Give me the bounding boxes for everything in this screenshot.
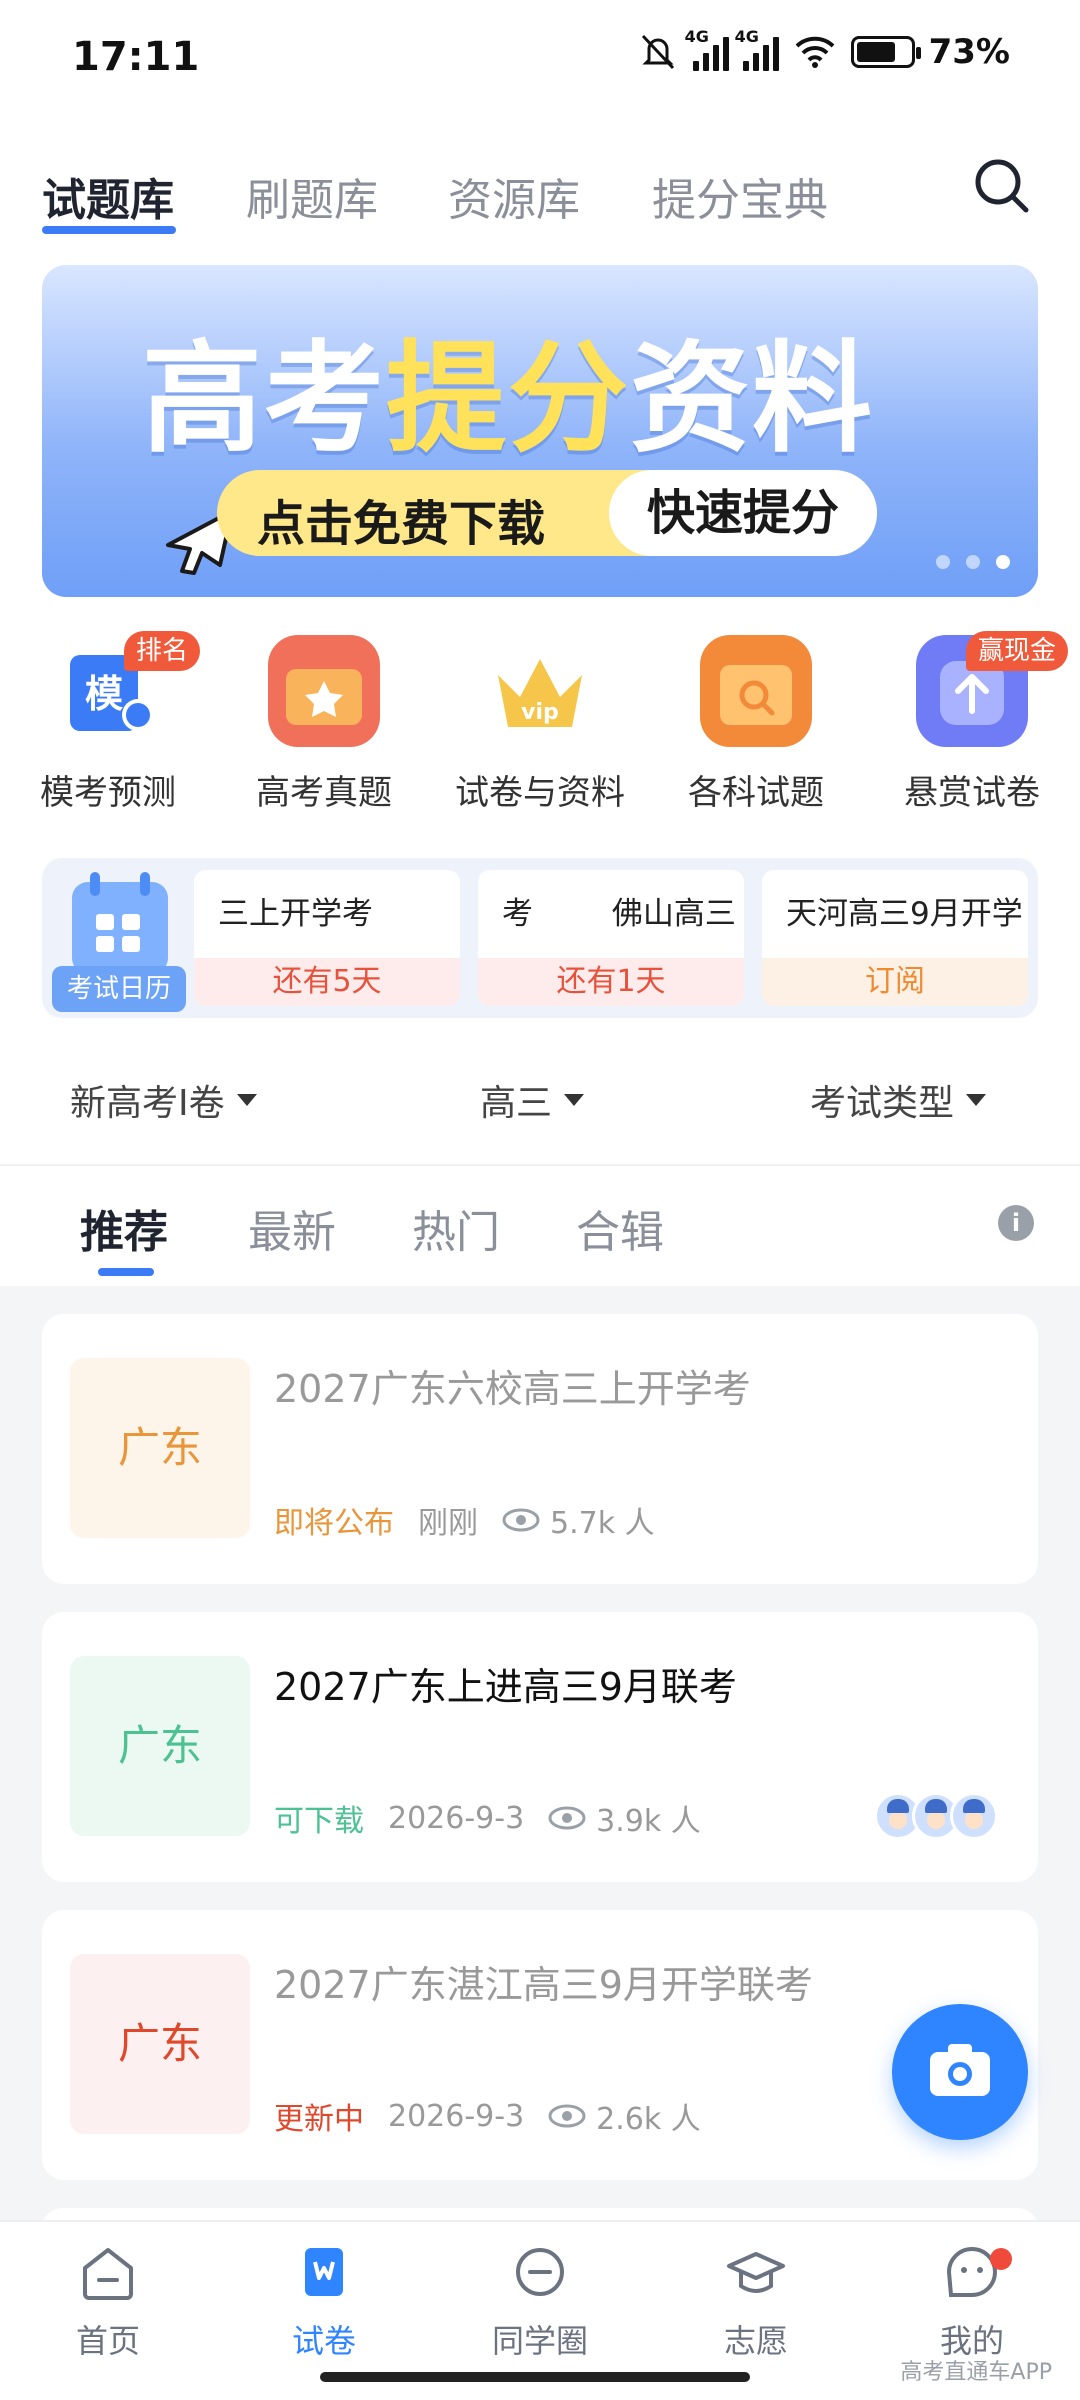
user-avatars	[874, 1792, 998, 1840]
mute-bell-icon	[641, 34, 674, 70]
nav-home[interactable]: 首页	[28, 2242, 188, 2362]
star-folder-icon	[268, 635, 380, 747]
banner-cta: 点击免费下载 快速提分	[217, 470, 877, 556]
svg-text:模: 模	[85, 672, 123, 716]
watermark: 高考直通车APP	[900, 2360, 1052, 2385]
tab-recommended[interactable]: 推荐	[80, 1196, 168, 1260]
mock-exam-icon: 模 排名	[52, 631, 200, 747]
cell-signal-1-icon: 4G	[685, 27, 729, 71]
status-time: 17:11	[72, 34, 200, 80]
filter-bar: 新高考Ⅰ卷 高三 考试类型	[0, 1060, 1080, 1140]
region-thumb: 广东	[70, 1954, 250, 2134]
banner-cta-score: 快速提分	[609, 470, 877, 556]
paper-meta: 即将公布 刚刚 5.7k 人	[274, 1498, 655, 1542]
graduation-cap-icon	[727, 2252, 785, 2293]
calendar-card[interactable]: 天河高三9月开学 订阅	[762, 870, 1028, 1006]
filter-grade[interactable]: 高三	[480, 1074, 585, 1126]
tab-latest[interactable]: 最新	[248, 1196, 336, 1260]
eye-icon	[502, 1508, 540, 1532]
banner-title: 高考提分资料	[142, 330, 874, 469]
vip-crown-icon: vip	[484, 635, 596, 747]
quick-bounty-papers[interactable]: 赢现金 悬赏试卷	[872, 631, 1072, 814]
eye-icon	[548, 1806, 586, 1830]
calendar-card[interactable]: 三上开学考 还有5天	[194, 870, 460, 1006]
exam-calendar: 考试日历 三上开学考 还有5天 考 佛山高三 还有1天 天河高三9月开学 订阅	[42, 858, 1038, 1018]
camera-button[interactable]	[892, 2004, 1028, 2140]
upload-arrow-icon: 赢现金	[916, 631, 1068, 747]
quick-entry-grid: 模 排名 模考预测 高考真题 vip 试卷与资料 各科试题 赢现金 悬赏试卷	[0, 631, 1080, 820]
camera-icon	[930, 2044, 990, 2096]
list-item[interactable]: 广东 2027广东上进高三9月联考 可下载 2026-9-3 3.9k 人	[42, 1612, 1038, 1882]
quick-subject-questions[interactable]: 各科试题	[656, 635, 856, 814]
papers-icon	[305, 2248, 343, 2296]
active-tab-indicator	[42, 226, 176, 234]
badge-win-cash: 赢现金	[965, 631, 1068, 671]
paper-date: 2026-9-3	[388, 1800, 525, 1836]
filter-exam-paper[interactable]: 新高考Ⅰ卷	[70, 1074, 257, 1126]
tab-resource-bank[interactable]: 资源库	[448, 164, 580, 228]
battery-icon	[850, 36, 921, 68]
quick-mock-exam[interactable]: 模 排名 模考预测	[8, 631, 208, 814]
view-count: 2.6k 人	[596, 2102, 701, 2137]
nav-papers[interactable]: 试卷	[244, 2242, 404, 2362]
paper-title: 2027广东六校高三上开学考	[274, 1367, 751, 1411]
list-item[interactable]: 广东 2027广东六校高三上开学考 即将公布 刚刚 5.7k 人	[42, 1314, 1038, 1584]
tab-hot[interactable]: 热门	[412, 1196, 500, 1260]
calendar-card[interactable]: 考 佛山高三 还有1天	[478, 870, 744, 1006]
paper-date: 刚刚	[418, 1506, 478, 1541]
paper-meta: 更新中 2026-9-3 2.6k 人	[274, 2094, 701, 2138]
badge-ranking: 排名	[123, 631, 200, 671]
nav-classmates[interactable]: 同学圈	[460, 2242, 620, 2362]
battery-percent: 73%	[928, 32, 1010, 72]
paper-meta: 可下载 2026-9-3 3.9k 人	[274, 1796, 701, 1840]
tab-score-guide[interactable]: 提分宝典	[652, 164, 828, 228]
quick-real-exams[interactable]: 高考真题	[224, 635, 424, 814]
eye-icon	[548, 2104, 586, 2128]
dropdown-arrow-icon	[236, 1094, 257, 1106]
region-thumb: 广东	[70, 1358, 250, 1538]
notification-dot	[990, 2248, 1012, 2270]
home-indicator[interactable]	[320, 2372, 750, 2382]
calendar-label[interactable]: 考试日历	[52, 966, 186, 1012]
tab-collections[interactable]: 合辑	[576, 1196, 664, 1260]
carousel-dots	[936, 555, 1010, 569]
status-bar: 17:11 4G 4G 73%	[0, 0, 1080, 110]
view-count: 5.7k 人	[550, 1506, 655, 1541]
wifi-icon	[795, 36, 834, 68]
region-thumb: 广东	[70, 1656, 250, 1836]
svg-text:vip: vip	[521, 700, 559, 725]
paper-title: 2027广东湛江高三9月开学联考	[274, 1963, 813, 2007]
nav-volunteer[interactable]: 志愿	[676, 2242, 836, 2362]
paper-date: 2026-9-3	[388, 2098, 525, 2134]
status-badge: 即将公布	[274, 1506, 394, 1541]
quick-papers-materials[interactable]: vip 试卷与资料	[440, 635, 640, 814]
status-icons: 4G 4G 73%	[637, 27, 1010, 72]
avatar	[950, 1792, 998, 1840]
status-badge: 更新中	[274, 2102, 364, 2137]
banner-cta-download: 点击免费下载	[257, 496, 546, 552]
home-icon	[83, 2248, 133, 2300]
status-badge: 可下载	[274, 1804, 364, 1839]
chat-bubble-icon	[516, 2248, 564, 2296]
nav-mine[interactable]: 我的	[892, 2242, 1052, 2362]
search-icon[interactable]	[972, 156, 1032, 216]
tab-question-bank[interactable]: 试题库	[42, 164, 174, 228]
promo-banner[interactable]: 高考提分资料 点击免费下载 快速提分	[42, 265, 1038, 597]
info-icon[interactable]: i	[998, 1205, 1034, 1241]
section-tab-indicator	[98, 1268, 154, 1276]
dropdown-arrow-icon	[564, 1094, 585, 1106]
dropdown-arrow-icon	[966, 1094, 987, 1106]
search-folder-icon	[700, 635, 812, 747]
cell-signal-2-icon: 4G	[735, 27, 779, 71]
filter-exam-type[interactable]: 考试类型	[810, 1074, 987, 1126]
tab-practice-bank[interactable]: 刷题库	[246, 164, 378, 228]
paper-title: 2027广东上进高三9月联考	[274, 1665, 737, 1709]
subscribe-button[interactable]: 订阅	[762, 958, 1028, 1006]
view-count: 3.9k 人	[596, 1804, 701, 1839]
section-tabs: 推荐 最新 热门 合辑	[0, 1166, 1080, 1286]
top-tabs: 试题库 刷题库 资源库 提分宝典	[0, 150, 1080, 250]
list-item[interactable]: 广东 2027广东湛江高三9月开学联考 更新中 2026-9-3 2.6k 人	[42, 1910, 1038, 2180]
